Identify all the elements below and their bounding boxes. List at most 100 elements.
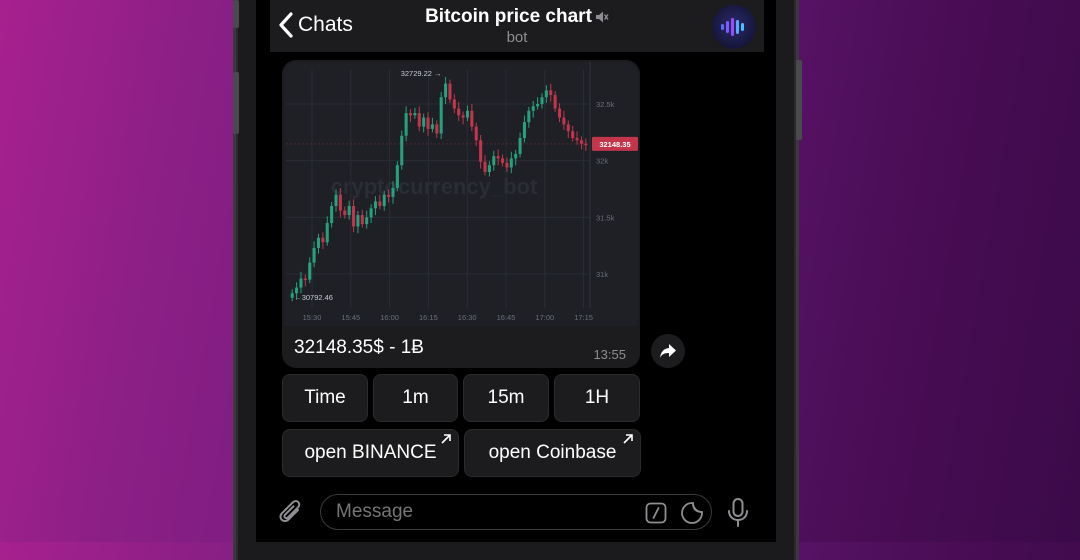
speaker-muted-icon xyxy=(595,11,609,23)
candle-body xyxy=(448,83,452,100)
chat-title-text: Bitcoin price chart xyxy=(425,6,592,27)
candle-body xyxy=(369,208,373,218)
candle-body xyxy=(308,262,312,280)
candle-body xyxy=(365,217,369,225)
chart-watermark: cryptocurrency_bot xyxy=(331,174,538,199)
candle-body xyxy=(352,206,356,227)
candle-body xyxy=(522,122,526,138)
kb-button-1h[interactable]: 1H xyxy=(554,374,640,422)
candle-body xyxy=(373,201,377,209)
candle-body xyxy=(479,140,483,162)
sticker-icon xyxy=(681,502,703,524)
candle-body xyxy=(575,138,579,141)
y-tick-label: 31k xyxy=(596,270,608,279)
candle-body xyxy=(391,187,395,197)
message-time: 13:55 xyxy=(593,347,626,362)
kb-button-label: Time xyxy=(304,387,346,408)
x-tick-label: 16:15 xyxy=(419,313,438,322)
x-tick-label: 15:30 xyxy=(303,313,322,322)
sticker-button[interactable] xyxy=(680,501,704,530)
candle-body xyxy=(334,194,338,206)
candle-body xyxy=(417,113,421,127)
y-tick-label: 31.5k xyxy=(596,213,615,222)
candle-body xyxy=(356,215,360,227)
x-tick-label: 16:30 xyxy=(458,313,477,322)
phone-side-button xyxy=(796,60,802,140)
candle-body xyxy=(360,215,364,225)
candle-body xyxy=(408,113,413,116)
candle-body xyxy=(435,124,439,134)
candle-body xyxy=(395,165,399,188)
candle-body xyxy=(330,206,334,223)
candle-body xyxy=(439,97,443,134)
candle-body xyxy=(505,162,509,168)
candle-body xyxy=(579,140,583,144)
chat-title-block[interactable]: Bitcoin price chart bot xyxy=(270,6,764,46)
candle-body xyxy=(422,117,426,127)
x-tick-label: 17:15 xyxy=(574,313,593,322)
kb-button-open-coinbase[interactable]: open Coinbase xyxy=(464,429,641,477)
candle-body xyxy=(487,165,491,172)
candle-body xyxy=(426,117,430,129)
high-price-label: 32729.22 → xyxy=(401,69,442,78)
current-price-label: 32148.35 xyxy=(599,140,630,149)
candle-body xyxy=(452,99,456,109)
message-input-bar xyxy=(256,486,776,542)
voice-message-button[interactable] xyxy=(726,497,750,534)
kb-button-label: open BINANCE xyxy=(304,442,437,463)
candle-body xyxy=(303,278,307,281)
candle-body xyxy=(509,158,513,168)
candle-body xyxy=(387,194,391,197)
candle-body xyxy=(531,106,535,111)
chart-message-bubble[interactable]: 32.5k 32k 31.5k 31k 15:30 15:45 16:00 16:15 16:3… xyxy=(282,60,640,368)
share-button[interactable] xyxy=(651,334,685,368)
candle-body xyxy=(404,113,408,136)
kb-button-1m[interactable]: 1m xyxy=(373,374,458,422)
bot-avatar[interactable] xyxy=(712,5,756,49)
x-tick-label: 16:45 xyxy=(497,313,516,322)
price-chart[interactable]: 32.5k 32k 31.5k 31k 15:30 15:45 16:00 16:15 16:3… xyxy=(284,62,638,326)
candle-body xyxy=(562,117,566,125)
candle-body xyxy=(444,83,448,98)
phone-side-button xyxy=(233,72,239,134)
candle-body xyxy=(430,124,434,129)
candle-body xyxy=(382,194,386,206)
candle-body xyxy=(514,153,518,159)
candle-body xyxy=(400,135,404,166)
candle-body xyxy=(299,278,303,288)
candle-body xyxy=(492,156,496,166)
commands-button[interactable] xyxy=(645,502,667,529)
slash-command-icon xyxy=(645,502,667,524)
candle-body xyxy=(571,131,575,138)
kb-button-open-binance[interactable]: open BINANCE xyxy=(282,429,459,477)
kb-button-label: 1H xyxy=(584,387,610,408)
candle-body xyxy=(347,206,351,216)
low-price-label: ←30792.46 xyxy=(294,293,333,302)
external-link-icon xyxy=(623,434,633,444)
candle-body xyxy=(470,110,474,127)
telegram-screen: Chats Bitcoin price chart bot 32.5k 32k … xyxy=(256,0,776,542)
candle-body xyxy=(566,124,570,132)
chat-subtitle: bot xyxy=(506,29,528,46)
candle-body xyxy=(316,237,321,248)
candle-body xyxy=(518,138,522,154)
candle-body xyxy=(321,237,325,243)
chat-header: Chats Bitcoin price chart bot xyxy=(270,0,764,52)
external-link-icon xyxy=(441,434,451,444)
y-tick-label: 32k xyxy=(596,157,608,166)
candle-body xyxy=(474,126,478,141)
candle-body xyxy=(413,113,417,116)
candle-body xyxy=(461,115,465,118)
kb-button-15m[interactable]: 15m xyxy=(463,374,549,422)
chat-title: Bitcoin price chart xyxy=(425,6,609,28)
candle-body xyxy=(553,94,557,109)
candle-body xyxy=(338,194,342,211)
kb-button-time[interactable]: Time xyxy=(282,374,368,422)
candle-body xyxy=(501,158,505,163)
candle-body xyxy=(325,223,329,243)
share-arrow-icon xyxy=(660,344,676,358)
attach-button[interactable] xyxy=(278,498,304,533)
candle-body xyxy=(378,201,382,206)
kb-button-label: 15m xyxy=(487,387,525,408)
phone-side-button xyxy=(233,0,239,28)
